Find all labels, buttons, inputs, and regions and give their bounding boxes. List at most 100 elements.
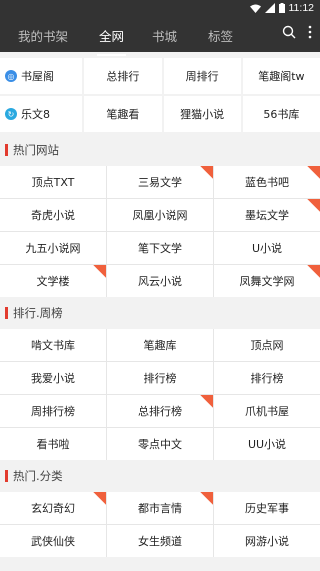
site-link[interactable]: 都市言情: [107, 492, 213, 524]
site-link[interactable]: 墨坛文学: [214, 199, 320, 231]
site-link-label: 武侠仙侠: [31, 535, 75, 548]
site-link-label: 三易文学: [138, 176, 182, 189]
site-link[interactable]: 笔趣库: [107, 329, 213, 361]
quick-link[interactable]: 狸猫小说: [163, 96, 241, 132]
section-title: 热门网站: [13, 143, 59, 157]
site-link-label: 看书啦: [36, 438, 70, 451]
site-link-label: U小说: [251, 242, 283, 255]
site-link-label: 总排行榜: [138, 405, 182, 418]
site-grid: 啃文书库 笔趣库 顶点网我爱小说 排行榜 排行榜周排行榜 总排行榜 爪机书屋看书啦 零点中文 U…: [0, 329, 320, 460]
hot-ribbon-icon: [88, 265, 106, 283]
site-link-label: 周排行榜: [31, 405, 75, 418]
site-link[interactable]: UU小说: [214, 428, 320, 460]
wifi-icon: [249, 4, 261, 13]
site-link[interactable]: 历史军事: [214, 492, 320, 524]
site-link[interactable]: 我爱小说: [0, 362, 106, 394]
more-icon[interactable]: [308, 25, 312, 39]
site-link[interactable]: 文学楼: [0, 265, 106, 297]
quick-link[interactable]: ◎ 书屋阁: [0, 58, 83, 94]
site-link-label: 我爱小说: [31, 372, 75, 385]
hot-ribbon-icon: [195, 492, 213, 510]
site-link[interactable]: 玄幻奇幻: [0, 492, 106, 524]
tab-bookshelf[interactable]: 我的书架: [18, 26, 68, 45]
site-logo-icon: ◎: [5, 70, 17, 82]
battery-icon: [278, 3, 285, 13]
site-link[interactable]: 蓝色书吧: [214, 166, 320, 198]
tab-bookstore[interactable]: 书城: [152, 26, 177, 45]
site-link-label: 蓝色书吧: [245, 176, 289, 189]
site-link-label: 九五小说网: [25, 242, 81, 255]
site-link-label: 笔趣库: [143, 339, 177, 352]
top-nav: 我的书架 全网 书城 标签: [0, 16, 320, 56]
hot-ribbon-icon: [302, 166, 320, 184]
clock: 11:12: [288, 2, 315, 14]
site-link-label: 文学楼: [36, 275, 70, 288]
quick-link[interactable]: 周排行: [163, 58, 241, 94]
main-content: ◎ 书屋阁 总排行 周排行 笔趣阁tw ↻ 乐文8 笔趣看 狸猫小说 56书库 …: [0, 52, 320, 571]
site-link[interactable]: 网游小说: [214, 525, 320, 557]
hot-ribbon-icon: [195, 395, 213, 413]
section-header: 热门.分类: [0, 460, 320, 492]
site-link-label: 玄幻奇幻: [31, 502, 75, 515]
section-title: 热门.分类: [13, 469, 63, 483]
site-link-label: 排行榜: [143, 372, 177, 385]
site-link-label: 墨坛文学: [245, 209, 289, 222]
tab-tags[interactable]: 标签: [208, 26, 233, 45]
site-link[interactable]: 三易文学: [107, 166, 213, 198]
search-icon[interactable]: [282, 25, 296, 39]
site-link-label: 凤舞文学网: [239, 275, 295, 288]
tab-all-web[interactable]: 全网: [96, 26, 127, 56]
site-grid: 顶点TXT 三易文学 蓝色书吧奇虎小说 凤凰小说网 墨坛文学九五小说网 笔下文学 U小说文学…: [0, 166, 320, 297]
quick-link[interactable]: 总排行: [84, 58, 162, 94]
quick-link[interactable]: 56书库: [242, 96, 320, 132]
hot-ribbon-icon: [302, 199, 320, 217]
quick-link-label: 乐文8: [21, 108, 50, 121]
hot-ribbon-icon: [195, 166, 213, 184]
site-link-label: 女生频道: [138, 535, 182, 548]
quick-link[interactable]: 笔趣阁tw: [242, 58, 320, 94]
section-accent-bar: [5, 470, 8, 482]
site-grid: 玄幻奇幻 都市言情 历史军事武侠仙侠 女生频道 网游小说: [0, 492, 320, 557]
site-link[interactable]: 看书啦: [0, 428, 106, 460]
site-link[interactable]: 总排行榜: [107, 395, 213, 427]
site-link[interactable]: 凤凰小说网: [107, 199, 213, 231]
quick-link[interactable]: 笔趣看: [84, 96, 162, 132]
quick-link-label: 书屋阁: [21, 70, 54, 83]
site-link[interactable]: 排行榜: [214, 362, 320, 394]
site-link-label: 都市言情: [138, 502, 182, 515]
site-link[interactable]: 凤舞文学网: [214, 265, 320, 297]
quick-links-row-2: ↻ 乐文8 笔趣看 狸猫小说 56书库: [0, 96, 320, 132]
status-bar: 11:12: [0, 0, 320, 16]
site-link-label: 啃文书库: [31, 339, 75, 352]
site-link-label: 笔下文学: [138, 242, 182, 255]
site-link[interactable]: 笔下文学: [107, 232, 213, 264]
site-link[interactable]: 爪机书屋: [214, 395, 320, 427]
site-link[interactable]: 顶点TXT: [0, 166, 106, 198]
site-link[interactable]: 啃文书库: [0, 329, 106, 361]
site-link[interactable]: U小说: [214, 232, 320, 264]
site-link-label: 爪机书屋: [245, 405, 289, 418]
site-link-label: 顶点TXT: [31, 176, 75, 189]
hot-ribbon-icon: [88, 492, 106, 510]
section-accent-bar: [5, 307, 8, 319]
quick-links-row-1: ◎ 书屋阁 总排行 周排行 笔趣阁tw: [0, 58, 320, 94]
site-link-label: 风云小说: [138, 275, 182, 288]
site-link[interactable]: 零点中文: [107, 428, 213, 460]
site-link-label: 零点中文: [138, 438, 182, 451]
signal-icon: [264, 3, 275, 13]
site-logo-icon: ↻: [5, 108, 17, 120]
site-link[interactable]: 周排行榜: [0, 395, 106, 427]
site-link[interactable]: 奇虎小说: [0, 199, 106, 231]
site-link[interactable]: 排行榜: [107, 362, 213, 394]
site-link-label: 历史军事: [245, 502, 289, 515]
section-accent-bar: [5, 144, 8, 156]
site-link[interactable]: 顶点网: [214, 329, 320, 361]
site-link[interactable]: 九五小说网: [0, 232, 106, 264]
site-link-label: UU小说: [247, 438, 287, 451]
quick-link[interactable]: ↻ 乐文8: [0, 96, 83, 132]
site-link[interactable]: 风云小说: [107, 265, 213, 297]
hot-ribbon-icon: [302, 265, 320, 283]
section-header: 排行.周榜: [0, 297, 320, 329]
site-link[interactable]: 女生频道: [107, 525, 213, 557]
site-link[interactable]: 武侠仙侠: [0, 525, 106, 557]
